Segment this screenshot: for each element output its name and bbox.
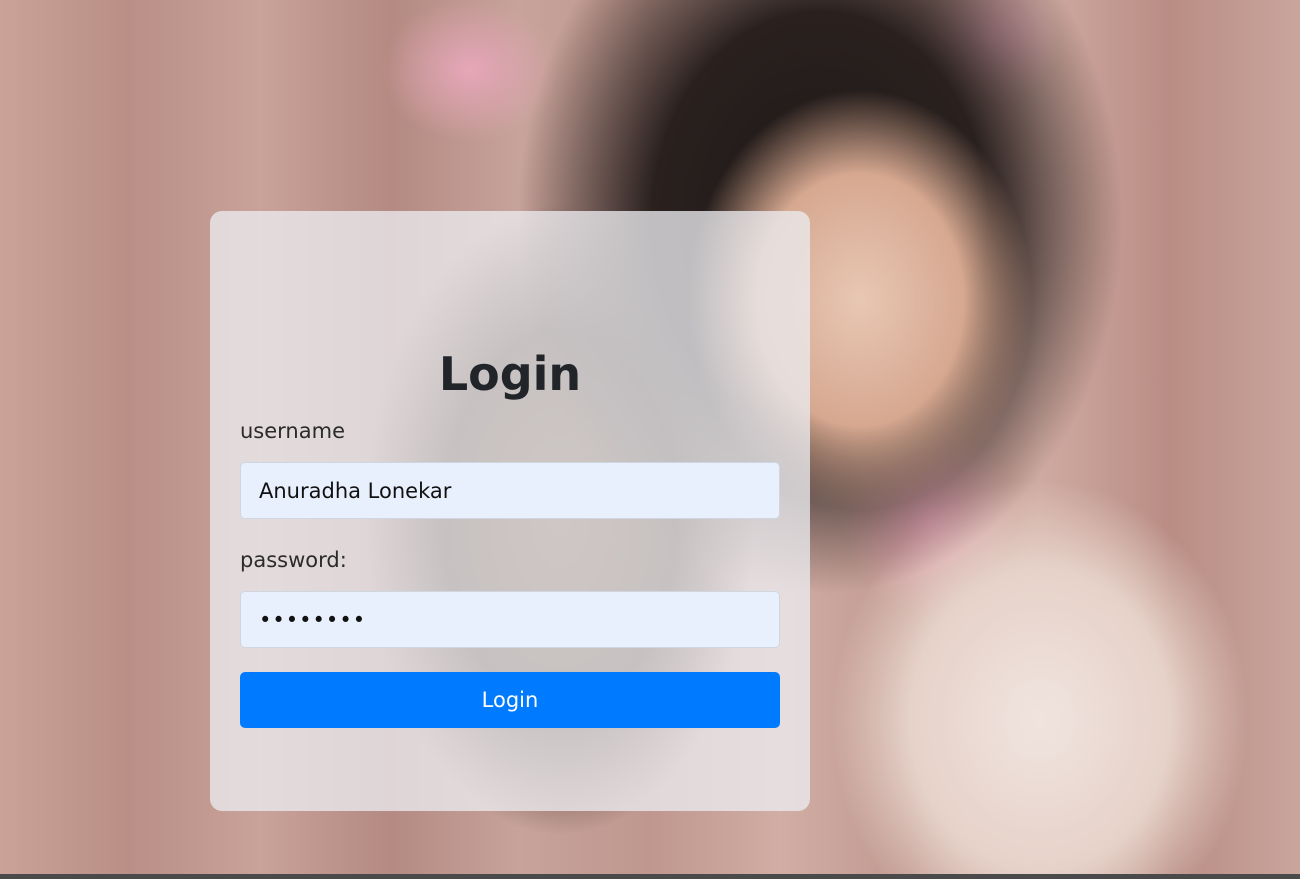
password-input[interactable] — [240, 591, 780, 648]
login-button[interactable]: Login — [240, 672, 780, 728]
username-label: username — [240, 419, 345, 443]
username-input[interactable] — [240, 462, 780, 519]
login-title: Login — [438, 347, 582, 401]
login-card: Login username password: Login — [210, 211, 810, 811]
password-label: password: — [240, 548, 347, 572]
window-bottom-edge — [0, 874, 1300, 879]
